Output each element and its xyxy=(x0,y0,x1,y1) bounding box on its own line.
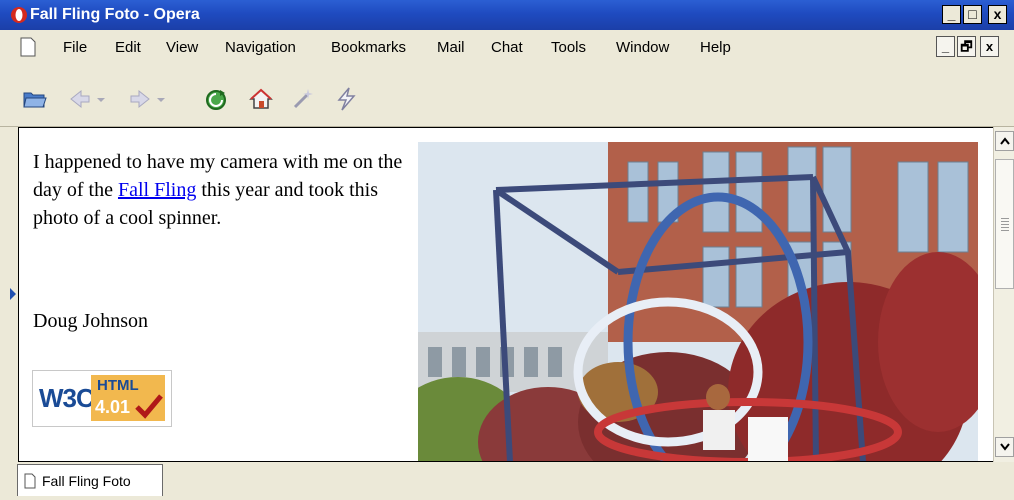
checkmark-icon xyxy=(135,394,163,419)
maximize-button[interactable]: □ xyxy=(963,5,982,24)
chevron-down-icon xyxy=(999,443,1010,451)
reload-icon[interactable] xyxy=(203,86,229,112)
tab-bar: Fall Fling Foto xyxy=(0,462,1014,500)
scroll-down-button[interactable] xyxy=(995,437,1014,457)
intro-paragraph: I happened to have my camera with me on … xyxy=(33,148,403,232)
menu-tools[interactable]: Tools xyxy=(551,39,586,56)
back-icon[interactable] xyxy=(67,86,93,112)
scroll-up-button[interactable] xyxy=(995,131,1014,151)
close-button[interactable]: x xyxy=(988,5,1007,24)
menu-window[interactable]: Window xyxy=(616,39,669,56)
badge-html-label: HTML xyxy=(97,377,139,394)
menu-bookmarks[interactable]: Bookmarks xyxy=(331,39,406,56)
back-dropdown-icon[interactable] xyxy=(95,86,107,112)
page-content: I happened to have my camera with me on … xyxy=(18,127,993,462)
mdi-close-button[interactable]: x xyxy=(980,36,999,57)
menu-navigation[interactable]: Navigation xyxy=(225,39,296,56)
opera-logo-icon xyxy=(11,7,27,23)
menu-view[interactable]: View xyxy=(166,39,198,56)
w3c-logo-text: W3C xyxy=(39,383,95,413)
tab-label: Fall Fling Foto xyxy=(42,473,131,489)
menu-chat[interactable]: Chat xyxy=(491,39,523,56)
vertical-scrollbar[interactable] xyxy=(993,127,1014,462)
thumb-grip-icon xyxy=(1001,218,1009,232)
window-title: Fall Fling Foto - Opera xyxy=(30,6,200,23)
home-icon[interactable] xyxy=(248,86,274,112)
scrollbar-thumb[interactable] xyxy=(995,159,1014,289)
panel-toggle-handle[interactable] xyxy=(10,288,16,300)
menu-file[interactable]: File xyxy=(63,39,87,56)
mdi-restore-button[interactable]: 🗗 xyxy=(957,36,976,57)
menu-bar: File Edit View Navigation Bookmarks Mail… xyxy=(0,30,1014,66)
mdi-minimize-button[interactable]: _ xyxy=(936,36,955,57)
page-icon[interactable] xyxy=(20,37,36,57)
author-name: Doug Johnson xyxy=(33,310,149,332)
forward-icon[interactable] xyxy=(127,86,153,112)
speed-dial-icon[interactable] xyxy=(333,86,359,112)
wand-icon[interactable] xyxy=(290,86,316,112)
chevron-up-icon xyxy=(999,137,1010,145)
navigation-toolbar xyxy=(0,66,1014,127)
minimize-button[interactable]: _ xyxy=(942,5,961,24)
menu-mail[interactable]: Mail xyxy=(437,39,465,56)
menu-help[interactable]: Help xyxy=(700,39,731,56)
menu-edit[interactable]: Edit xyxy=(115,39,141,56)
open-folder-icon[interactable] xyxy=(22,86,48,112)
w3c-html-badge[interactable]: W3C HTML 4.01 xyxy=(32,370,172,427)
title-bar[interactable]: Fall Fling Foto - Opera _ □ x xyxy=(0,0,1014,30)
tab-fall-fling-foto[interactable]: Fall Fling Foto xyxy=(17,464,163,496)
spinner-photo xyxy=(418,142,978,461)
html-version-box: HTML 4.01 xyxy=(91,375,165,421)
page-icon xyxy=(24,473,36,489)
forward-dropdown-icon[interactable] xyxy=(155,86,167,112)
badge-version-label: 4.01 xyxy=(95,397,131,417)
fall-fling-link[interactable]: Fall Fling xyxy=(118,179,196,201)
